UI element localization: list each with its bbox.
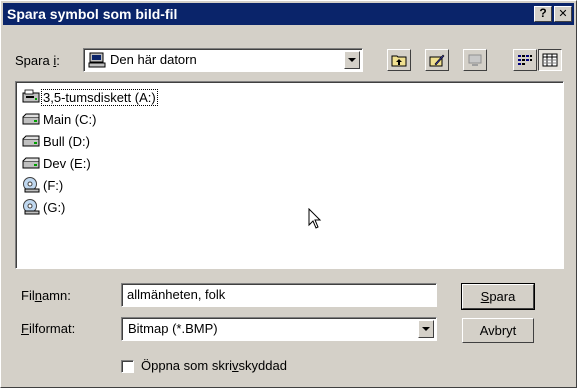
list-item-drive-c[interactable]: Main (C:) xyxy=(22,110,97,128)
filename-label: Filnamn: xyxy=(21,288,71,304)
title-bar[interactable]: Spara symbol som bild-fil ? ✕ xyxy=(3,3,574,25)
save-button[interactable]: Spara xyxy=(461,283,535,310)
filename-label-pre: Fil xyxy=(21,288,35,303)
desktop-button[interactable] xyxy=(463,49,487,71)
folder-edit-icon xyxy=(429,53,445,67)
list-view-icon xyxy=(517,53,533,67)
drive-label: 3,5-tumsdiskett (A:) xyxy=(41,88,158,106)
save-button-label: para xyxy=(489,289,516,304)
details-view-icon xyxy=(542,53,558,67)
help-button[interactable]: ? xyxy=(534,6,552,22)
save-button-key: S xyxy=(480,289,490,304)
drive-label: (G:) xyxy=(43,199,66,215)
folder-up-icon xyxy=(391,53,407,67)
cd-drive-icon xyxy=(22,177,40,193)
fileformat-label-key: F xyxy=(21,321,29,336)
look-in-label: Spara i: xyxy=(15,53,60,69)
drive-label: (F:) xyxy=(43,177,64,193)
look-in-combobox[interactable]: Den här datorn xyxy=(83,48,363,72)
readonly-label-post: skyddad xyxy=(238,358,287,373)
window-title: Spara symbol som bild-fil xyxy=(7,6,178,22)
details-view-button[interactable] xyxy=(538,49,562,71)
list-item-drive-f[interactable]: (F:) xyxy=(22,176,64,194)
drive-label: Dev (E:) xyxy=(43,155,91,171)
hard-drive-icon xyxy=(22,155,40,171)
cancel-button-label: Avbryt xyxy=(479,323,517,338)
readonly-checkbox[interactable] xyxy=(121,360,134,373)
hard-drive-icon xyxy=(22,133,40,149)
cancel-button[interactable]: Avbryt xyxy=(462,318,534,343)
list-item-drive-d[interactable]: Bull (D:) xyxy=(22,132,91,150)
drive-label: Main (C:) xyxy=(43,111,97,127)
mouse-cursor-icon xyxy=(308,208,322,230)
up-one-level-button[interactable] xyxy=(387,49,411,71)
new-folder-button[interactable] xyxy=(425,49,449,71)
fileformat-label: Filformat: xyxy=(21,321,75,337)
computer-icon xyxy=(88,52,106,68)
filename-label-key: n xyxy=(34,288,42,303)
help-icon: ? xyxy=(539,6,547,20)
list-view-button[interactable] xyxy=(513,49,537,71)
look-in-label-pre: Spara xyxy=(15,53,54,68)
readonly-label[interactable]: Öppna som skrivskyddad xyxy=(141,358,287,374)
fileformat-dropdown-button[interactable] xyxy=(418,320,434,338)
cd-drive-icon xyxy=(22,199,40,215)
hard-drive-icon xyxy=(22,111,40,127)
look-in-value: Den här datorn xyxy=(110,52,197,67)
close-button[interactable]: ✕ xyxy=(554,6,572,22)
filename-label-post: amn: xyxy=(41,288,71,303)
readonly-label-pre: Öppna som skri xyxy=(141,358,233,373)
look-in-label-post: : xyxy=(56,53,60,68)
close-icon: ✕ xyxy=(558,8,568,20)
save-dialog: Spara symbol som bild-fil ? ✕ Spara i: D… xyxy=(0,0,577,388)
list-item-drive-a[interactable]: 3,5-tumsdiskett (A:) xyxy=(22,88,158,106)
filename-value: allmänheten, folk xyxy=(127,287,226,302)
drive-label: Bull (D:) xyxy=(43,133,90,149)
look-in-dropdown-button[interactable] xyxy=(344,51,360,69)
filename-input[interactable]: allmänheten, folk xyxy=(121,283,437,307)
list-item-drive-g[interactable]: (G:) xyxy=(22,198,66,216)
floppy-drive-icon xyxy=(22,89,40,105)
file-list[interactable]: 3,5-tumsdiskett (A:) Main (C:) Bull (D:)… xyxy=(15,81,564,269)
desktop-icon xyxy=(467,53,483,67)
fileformat-value: Bitmap (*.BMP) xyxy=(128,321,218,336)
fileformat-select[interactable]: Bitmap (*.BMP) xyxy=(121,317,437,341)
list-item-drive-e[interactable]: Dev (E:) xyxy=(22,154,92,172)
fileformat-label-post: ilformat: xyxy=(28,321,76,336)
